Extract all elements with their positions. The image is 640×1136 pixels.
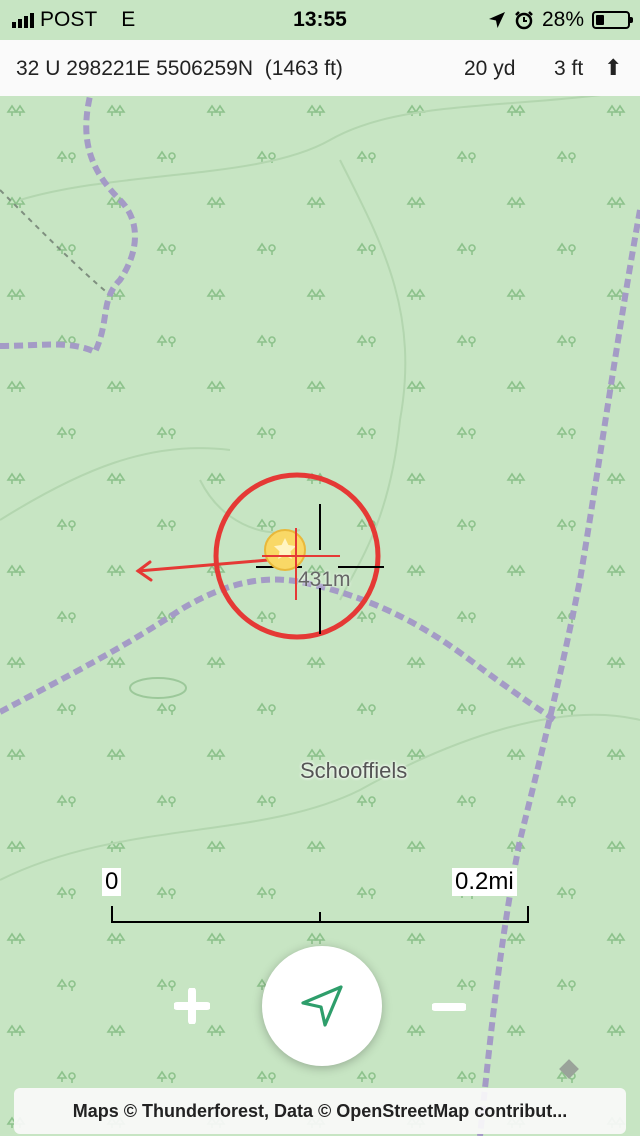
- scale-end-label: 0.2mi: [452, 868, 517, 896]
- locate-me-button[interactable]: [262, 946, 382, 1066]
- zoom-out-icon[interactable]: [432, 990, 466, 1024]
- coordinates-readout: 32 U 298221E 5506259N (1463 ft): [16, 57, 343, 80]
- signal-strength-icon: [12, 12, 34, 28]
- altitude-accuracy-readout: 3 ft: [554, 57, 584, 80]
- place-label: Schooffiels: [300, 758, 408, 783]
- carrier-name: POST: [40, 8, 98, 31]
- info-bar: 32 U 298221E 5506259N (1463 ft) 20 yd 3 …: [0, 40, 640, 96]
- elevation-readout: (1463 ft): [264, 57, 343, 80]
- network-type: E: [121, 8, 136, 31]
- location-arrow-icon: [301, 985, 343, 1027]
- alarm-icon: [515, 11, 533, 30]
- map-attribution[interactable]: Maps © Thunderforest, Data © OpenStreetM…: [14, 1088, 626, 1134]
- clock: 13:55: [293, 8, 347, 31]
- status-bar: POST E 13:55 28%: [0, 0, 640, 40]
- battery-percent: 28%: [541, 8, 584, 31]
- up-arrow-icon: ⬆: [604, 55, 623, 80]
- battery-icon: [592, 11, 633, 29]
- accuracy-readout: 20 yd: [464, 57, 516, 80]
- scale-start-label: 0: [102, 868, 122, 896]
- location-services-icon: [488, 12, 505, 28]
- target-distance-label: 431m: [298, 568, 351, 591]
- zoom-in-icon[interactable]: [174, 988, 210, 1024]
